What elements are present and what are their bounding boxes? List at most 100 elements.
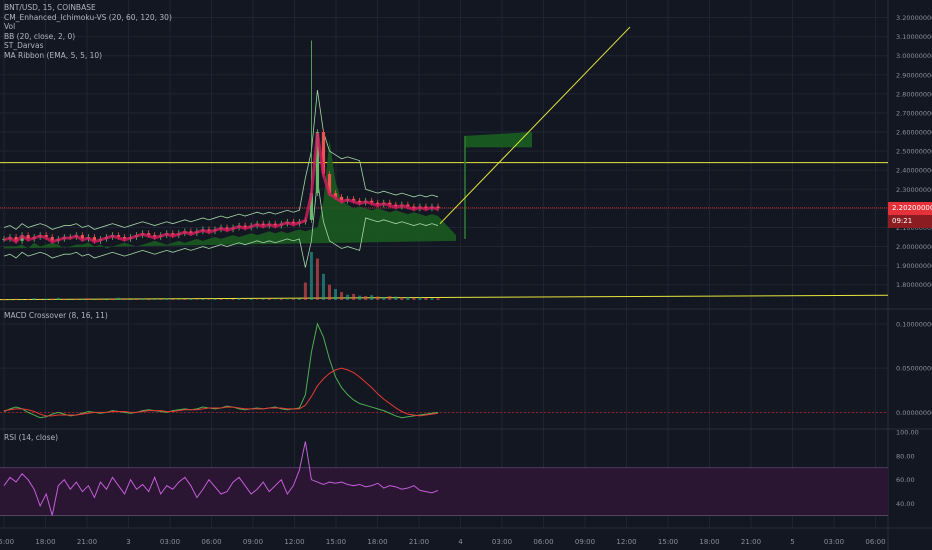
indicator-ichimoku[interactable]: CM_Enhanced_Ichimoku-VS (20, 60, 120, 30…	[4, 13, 172, 23]
chart-root: 3.20000000 3.10000000 3.00000000 2.90000000…	[0, 0, 932, 550]
volume-bar	[291, 299, 295, 300]
time-tick-label: 15:00	[326, 538, 346, 546]
time-tick-label: 18:00	[367, 538, 387, 546]
volume-bar	[189, 298, 193, 300]
symbol-header[interactable]: BNT/USD, 15, COINBASE	[4, 3, 172, 13]
price-tick-label: 2.30000000	[896, 186, 932, 194]
volume-bar	[436, 298, 440, 300]
time-tick-label: 06:00	[201, 538, 221, 546]
price-legend: BNT/USD, 15, COINBASE CM_Enhanced_Ichimo…	[4, 3, 172, 61]
countdown-label: 09:21	[888, 215, 932, 228]
volume-bar	[315, 258, 319, 300]
time-tick-label: 21:00	[409, 538, 429, 546]
volume-bar	[424, 297, 428, 300]
macd-line	[3, 322, 439, 419]
volume-bar	[237, 298, 241, 300]
rsi-tick-label: 80.00	[896, 452, 915, 460]
volume-bar	[358, 295, 362, 300]
macd-tick-label: 0.00000000	[896, 409, 932, 417]
time-tick-label: 4	[458, 538, 463, 546]
rsi-band-fill	[0, 467, 888, 516]
volume-bar	[261, 299, 265, 300]
volume-bar	[2, 299, 6, 300]
volume-bar	[135, 299, 139, 300]
rsi-tick-label: 60.00	[896, 476, 915, 484]
volume-bar	[370, 295, 374, 300]
volume-bar	[303, 282, 307, 300]
volume-bar	[117, 297, 121, 300]
time-tick-label: 18:00	[699, 538, 719, 546]
volume-bar	[309, 252, 313, 300]
price-tick-label: 2.60000000	[896, 129, 932, 137]
volume-bar	[249, 299, 253, 300]
volume-bar	[111, 298, 114, 300]
macd-tick-label: 0.10000000	[896, 320, 932, 328]
ichimoku-cloud	[4, 139, 456, 249]
volume-bar	[406, 296, 410, 300]
price-tick-label: 2.70000000	[896, 109, 932, 117]
indicator-darvas[interactable]: ST_Darvas	[4, 41, 172, 51]
volume-bar	[321, 273, 325, 300]
rsi-legend: RSI (14, close)	[4, 433, 58, 443]
macd-legend: MACD Crossover (8, 16, 11)	[4, 311, 108, 321]
indicator-volume[interactable]: Vol	[4, 22, 172, 32]
volume-bar	[267, 298, 271, 300]
volume-bar	[219, 299, 223, 300]
volume-bar	[201, 299, 205, 300]
volume-bar	[418, 297, 422, 300]
volume-bar	[352, 293, 356, 300]
volume-bar	[297, 298, 301, 300]
volume-bar	[382, 296, 386, 300]
time-tick-label: 12:00	[616, 538, 636, 546]
ichimoku-cloud-forward	[465, 132, 532, 148]
volume-bar	[32, 298, 36, 300]
time-tick-label: 09:00	[575, 538, 595, 546]
volume-bar	[340, 292, 344, 300]
volume-bar	[44, 299, 48, 300]
rsi-header[interactable]: RSI (14, close)	[4, 433, 58, 443]
macd-header[interactable]: MACD Crossover (8, 16, 11)	[4, 311, 108, 321]
time-tick-label: 06:00	[533, 538, 553, 546]
price-tick-label: 1.90000000	[896, 262, 932, 270]
rsi-tick-label: 100.00	[896, 429, 919, 437]
volume-bar	[62, 299, 66, 300]
time-tick-label: 21:00	[77, 538, 97, 546]
volume-trendline	[0, 294, 889, 301]
chart-svg[interactable]: 3.20000000 3.10000000 3.00000000 2.90000000…	[0, 0, 932, 550]
time-tick-label: 03:00	[160, 538, 180, 546]
volume-bar	[328, 284, 331, 300]
volume-bar	[98, 299, 102, 300]
volume-bar	[364, 296, 368, 300]
price-tick-label: 3.20000000	[896, 14, 932, 22]
volume-bar	[26, 299, 30, 300]
volume-bar	[165, 298, 169, 300]
price-tick-label: 2.00000000	[896, 243, 932, 251]
time-tick-label: 5	[790, 538, 794, 546]
time-tick-label: 21:00	[741, 538, 761, 546]
time-tick-label: 03:00	[492, 538, 512, 546]
volume-bar	[430, 298, 434, 300]
volume-bar	[80, 299, 84, 300]
time-tick-label: 15:00	[658, 538, 678, 546]
volume-bar	[279, 299, 283, 300]
price-tick-label: 2.40000000	[896, 167, 932, 175]
volume-bar	[50, 298, 54, 300]
volume-bar	[388, 296, 392, 300]
volume-bar	[346, 294, 350, 300]
time-tick-label: 15:00	[0, 538, 14, 546]
indicator-ma-ribbon[interactable]: MA Ribbon (EMA, 5, 5, 10)	[4, 51, 172, 61]
last-price-label: 2.20200000	[888, 202, 932, 215]
price-tick-label: 2.80000000	[896, 90, 932, 98]
time-tick-label: 12:00	[284, 538, 304, 546]
volume-bar	[183, 299, 187, 300]
volume-bar	[123, 299, 127, 300]
volume-bar	[213, 298, 217, 300]
price-tick-label: 3.10000000	[896, 33, 932, 41]
price-tick-label: 2.50000000	[896, 148, 932, 156]
time-tick-label: 09:00	[243, 538, 263, 546]
volume-bar	[376, 296, 380, 300]
time-tick-label: 06:00	[865, 538, 885, 546]
macd-tick-label: 0.05000000	[896, 365, 932, 373]
time-tick-label: 3	[126, 538, 130, 546]
indicator-bb[interactable]: BB (20, close, 2, 0)	[4, 32, 172, 42]
